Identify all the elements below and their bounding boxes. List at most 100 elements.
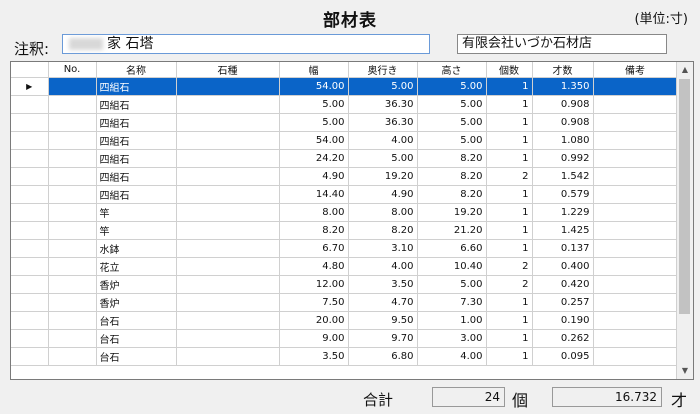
cell-vol[interactable]: 1.542 [532, 167, 594, 186]
cell-qty[interactable]: 1 [486, 95, 533, 114]
cell-note[interactable] [593, 257, 678, 276]
cell-note[interactable] [593, 239, 678, 258]
row-indicator[interactable] [11, 311, 49, 330]
cell-h[interactable]: 8.20 [417, 167, 487, 186]
table-row[interactable]: 香炉 12.00 3.50 5.00 2 0.420 [11, 275, 678, 294]
table-row[interactable]: 香炉 7.50 4.70 7.30 1 0.257 [11, 293, 678, 312]
cell-stone[interactable] [176, 131, 280, 150]
cell-no[interactable] [48, 95, 97, 114]
cell-vol[interactable]: 0.400 [532, 257, 594, 276]
cell-no[interactable] [48, 293, 97, 312]
cell-vol[interactable]: 1.350 [532, 77, 594, 96]
cell-h[interactable]: 5.00 [417, 77, 487, 96]
row-indicator[interactable] [11, 329, 49, 348]
cell-note[interactable] [593, 131, 678, 150]
column-header[interactable]: 名称 [96, 62, 177, 78]
row-indicator[interactable] [11, 185, 49, 204]
cell-qty[interactable]: 1 [486, 293, 533, 312]
table-row[interactable]: 四組石 54.00 4.00 5.00 1 1.080 [11, 131, 678, 150]
cell-d[interactable]: 4.00 [348, 257, 418, 276]
cell-name[interactable]: 竿 [96, 221, 177, 240]
cell-qty[interactable]: 2 [486, 257, 533, 276]
cell-note[interactable] [593, 203, 678, 222]
company-name-field[interactable]: 有限会社いづか石材店 [457, 34, 667, 54]
cell-no[interactable] [48, 347, 97, 366]
cell-name[interactable]: 四組石 [96, 185, 177, 204]
cell-no[interactable] [48, 257, 97, 276]
cell-name[interactable]: 四組石 [96, 77, 177, 96]
cell-name[interactable]: 花立 [96, 257, 177, 276]
cell-w[interactable]: 14.40 [279, 185, 349, 204]
table-row[interactable]: 台石 3.50 6.80 4.00 1 0.095 [11, 347, 678, 366]
row-indicator[interactable] [11, 149, 49, 168]
cell-qty[interactable]: 1 [486, 329, 533, 348]
cell-no[interactable] [48, 203, 97, 222]
table-row[interactable]: 四組石 5.00 36.30 5.00 1 0.908 [11, 113, 678, 132]
cell-vol[interactable]: 1.425 [532, 221, 594, 240]
cell-stone[interactable] [176, 311, 280, 330]
cell-note[interactable] [593, 185, 678, 204]
cell-stone[interactable] [176, 167, 280, 186]
cell-no[interactable] [48, 329, 97, 348]
column-header[interactable]: 奥行き [348, 62, 418, 78]
cell-name[interactable]: 台石 [96, 347, 177, 366]
cell-qty[interactable]: 2 [486, 167, 533, 186]
note-input[interactable]: 家 石塔 [62, 34, 430, 54]
cell-stone[interactable] [176, 347, 280, 366]
cell-d[interactable]: 3.10 [348, 239, 418, 258]
row-indicator[interactable] [11, 167, 49, 186]
cell-qty[interactable]: 1 [486, 185, 533, 204]
cell-stone[interactable] [176, 275, 280, 294]
cell-w[interactable]: 4.80 [279, 257, 349, 276]
cell-note[interactable] [593, 113, 678, 132]
row-indicator[interactable] [11, 347, 49, 366]
cell-no[interactable] [48, 167, 97, 186]
row-indicator[interactable] [11, 131, 49, 150]
cell-note[interactable] [593, 149, 678, 168]
cell-no[interactable] [48, 275, 97, 294]
cell-w[interactable]: 20.00 [279, 311, 349, 330]
parts-table[interactable]: No. 名称 石種 幅 奥行き 高さ 個数 才数 備考 ▶ 四組石 54.00 5.0… [10, 61, 694, 380]
cell-stone[interactable] [176, 185, 280, 204]
cell-d[interactable]: 8.00 [348, 203, 418, 222]
cell-no[interactable] [48, 77, 97, 96]
cell-h[interactable]: 8.20 [417, 149, 487, 168]
table-row[interactable]: 四組石 5.00 36.30 5.00 1 0.908 [11, 95, 678, 114]
cell-h[interactable]: 5.00 [417, 131, 487, 150]
cell-no[interactable] [48, 239, 97, 258]
cell-no[interactable] [48, 221, 97, 240]
cell-vol[interactable]: 1.229 [532, 203, 594, 222]
cell-vol[interactable]: 0.137 [532, 239, 594, 258]
cell-qty[interactable]: 2 [486, 275, 533, 294]
cell-h[interactable]: 8.20 [417, 185, 487, 204]
table-row[interactable]: 四組石 4.90 19.20 8.20 2 1.542 [11, 167, 678, 186]
cell-w[interactable]: 12.00 [279, 275, 349, 294]
cell-d[interactable]: 5.00 [348, 149, 418, 168]
cell-h[interactable]: 5.00 [417, 275, 487, 294]
cell-qty[interactable]: 1 [486, 149, 533, 168]
cell-h[interactable]: 10.40 [417, 257, 487, 276]
cell-h[interactable]: 7.30 [417, 293, 487, 312]
cell-w[interactable]: 4.90 [279, 167, 349, 186]
cell-qty[interactable]: 1 [486, 221, 533, 240]
cell-note[interactable] [593, 347, 678, 366]
cell-w[interactable]: 54.00 [279, 131, 349, 150]
cell-h[interactable]: 4.00 [417, 347, 487, 366]
cell-d[interactable]: 6.80 [348, 347, 418, 366]
cell-d[interactable]: 19.20 [348, 167, 418, 186]
cell-vol[interactable]: 1.080 [532, 131, 594, 150]
column-header[interactable]: 個数 [486, 62, 533, 78]
cell-d[interactable]: 8.20 [348, 221, 418, 240]
cell-no[interactable] [48, 113, 97, 132]
cell-vol[interactable]: 0.908 [532, 113, 594, 132]
cell-qty[interactable]: 1 [486, 347, 533, 366]
cell-stone[interactable] [176, 113, 280, 132]
table-row[interactable]: 花立 4.80 4.00 10.40 2 0.400 [11, 257, 678, 276]
row-indicator[interactable] [11, 239, 49, 258]
cell-note[interactable] [593, 95, 678, 114]
cell-stone[interactable] [176, 239, 280, 258]
cell-name[interactable]: 香炉 [96, 275, 177, 294]
column-header[interactable]: 幅 [279, 62, 349, 78]
cell-d[interactable]: 3.50 [348, 275, 418, 294]
cell-h[interactable]: 21.20 [417, 221, 487, 240]
